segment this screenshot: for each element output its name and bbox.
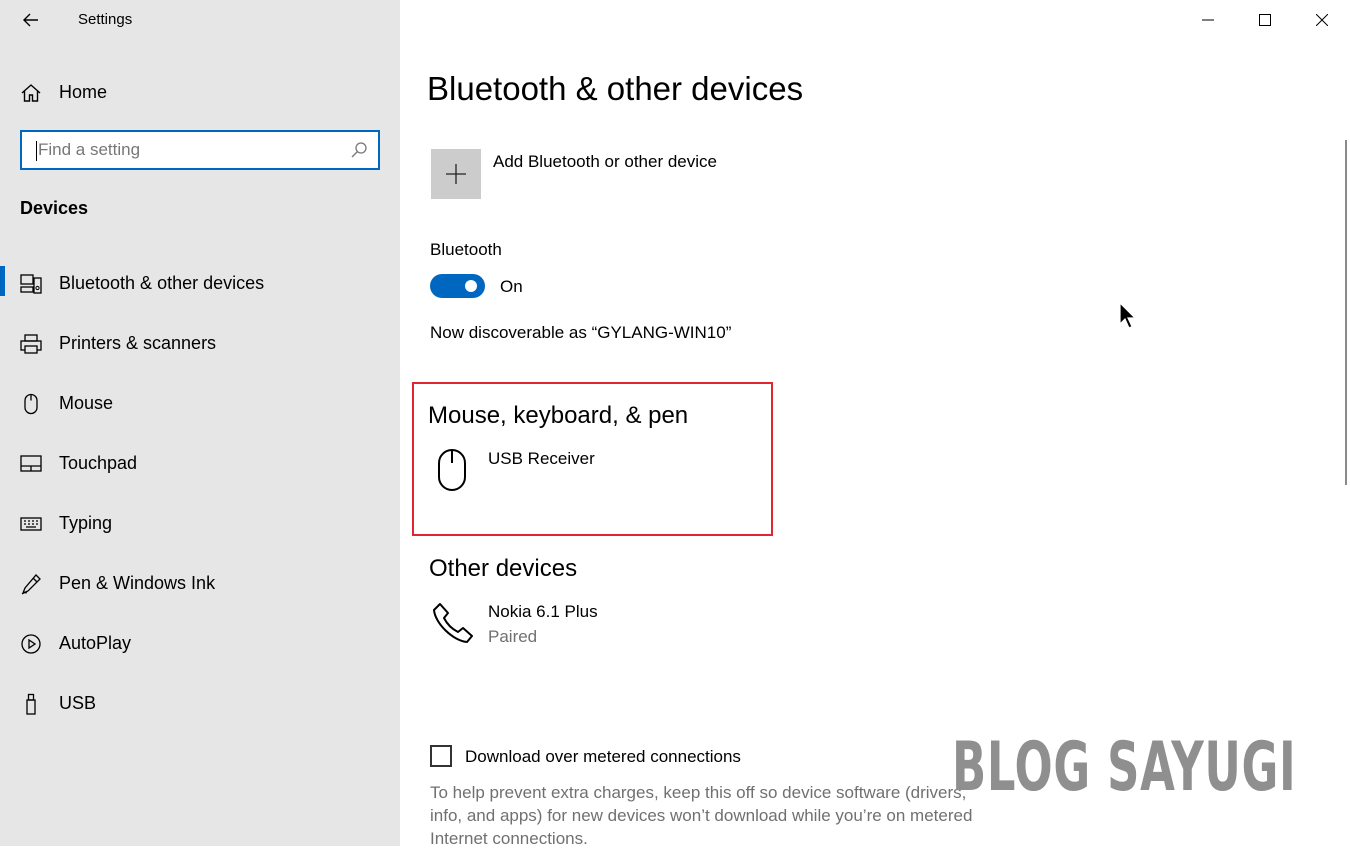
sidebar-item-label: Bluetooth & other devices: [59, 273, 265, 293]
touchpad-icon: [20, 455, 42, 472]
mouse-cursor-icon: [1119, 302, 1137, 329]
text-caret: [36, 141, 37, 161]
usb-icon: [26, 693, 36, 715]
sidebar-item-touchpad[interactable]: Touchpad: [0, 443, 400, 483]
watermark: BLOG SAYUGI: [952, 728, 1297, 807]
sidebar-item-mouse[interactable]: Mouse: [0, 383, 400, 423]
device-status: Paired: [488, 627, 538, 646]
mouse-icon: [24, 393, 38, 415]
back-button[interactable]: [16, 6, 46, 34]
metered-checkbox[interactable]: [430, 745, 452, 767]
mouse-keyboard-pen-heading: Mouse, keyboard, & pen: [428, 402, 689, 429]
sidebar-item-usb[interactable]: USB: [0, 683, 400, 723]
metered-description: To help prevent extra charges, keep this…: [430, 783, 973, 848]
back-arrow-icon: [23, 13, 38, 27]
bluetooth-state: On: [500, 277, 523, 296]
pen-icon: [21, 574, 41, 595]
maximize-icon: [1258, 14, 1271, 26]
device-nokia[interactable]: Nokia 6.1 Plus Paired: [431, 600, 731, 650]
plus-icon: [446, 164, 466, 184]
home-nav-item[interactable]: Home: [0, 72, 400, 112]
sidebar-item-label: Typing: [59, 513, 113, 533]
mouse-icon: [438, 449, 466, 491]
close-icon: [1315, 14, 1328, 26]
sidebar: Settings Home Find a setting Devices Blu…: [0, 0, 400, 846]
metered-label[interactable]: Download over metered connections: [465, 747, 741, 767]
printer-icon: [20, 334, 42, 354]
discoverable-text: Now discoverable as “GYLANG-WIN10”: [430, 323, 732, 342]
scrollbar[interactable]: [1345, 140, 1347, 485]
sidebar-item-label: AutoPlay: [59, 633, 132, 653]
sidebar-item-label: Touchpad: [59, 453, 138, 473]
device-name: USB Receiver: [488, 449, 595, 468]
device-usb-receiver[interactable]: USB Receiver: [431, 448, 731, 493]
sidebar-item-typing[interactable]: Typing: [0, 503, 400, 543]
bluetooth-label: Bluetooth: [430, 240, 502, 259]
home-label: Home: [59, 82, 108, 102]
keyboard-icon: [20, 517, 42, 531]
add-device-label[interactable]: Add Bluetooth or other device: [493, 152, 717, 172]
page-title: Bluetooth & other devices: [427, 70, 804, 107]
minimize-icon: [1201, 19, 1214, 21]
bluetooth-toggle[interactable]: [430, 274, 485, 298]
toggle-knob: [465, 280, 477, 292]
close-button[interactable]: [1293, 0, 1350, 40]
sidebar-item-autoplay[interactable]: AutoPlay: [0, 623, 400, 663]
bluetooth-devices-icon: [20, 274, 42, 294]
device-name: Nokia 6.1 Plus: [488, 602, 598, 621]
app-title: Settings: [78, 11, 133, 28]
add-device-button[interactable]: [431, 149, 481, 199]
sidebar-item-bluetooth[interactable]: Bluetooth & other devices: [0, 263, 400, 303]
section-title: Devices: [20, 198, 89, 218]
sidebar-item-printers[interactable]: Printers & scanners: [0, 323, 400, 363]
search-placeholder: Find a setting: [38, 140, 141, 159]
phone-icon: [433, 603, 473, 643]
sidebar-item-pen[interactable]: Pen & Windows Ink: [0, 563, 400, 603]
home-icon: [21, 84, 41, 102]
sidebar-item-label: Pen & Windows Ink: [59, 573, 216, 593]
minimize-button[interactable]: [1179, 0, 1236, 40]
sidebar-item-label: Printers & scanners: [59, 333, 217, 353]
sidebar-item-label: USB: [59, 693, 97, 713]
sidebar-item-label: Mouse: [59, 393, 114, 413]
other-devices-heading: Other devices: [429, 555, 578, 582]
search-input[interactable]: Find a setting: [20, 130, 380, 170]
maximize-button[interactable]: [1236, 0, 1293, 40]
autoplay-icon: [21, 634, 41, 654]
search-icon[interactable]: [350, 141, 368, 159]
